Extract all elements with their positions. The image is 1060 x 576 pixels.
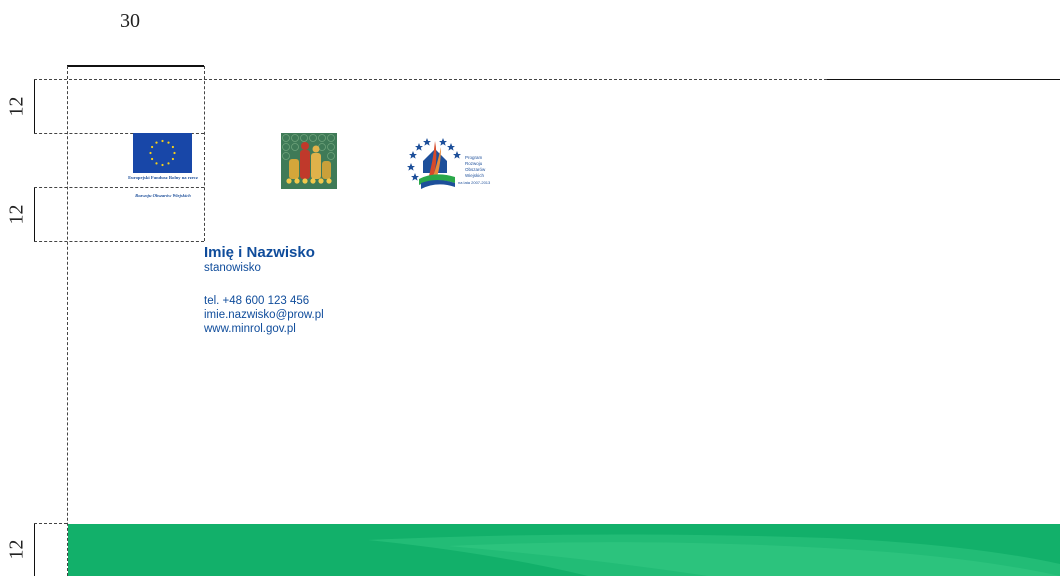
left-dimension-bar-2 [34,187,35,242]
eu-flag-icon [133,133,192,173]
left-dimension-label-1: 12 [5,96,28,117]
person-phone: tel. +48 600 123 456 [204,295,310,307]
left-dimension-bar-3 [34,523,35,576]
person-position: stanowisko [204,262,261,274]
prow-logo-icon [407,138,461,189]
eu-logo-line1: Europejski Fundusz Rolny na rzecz [128,175,198,180]
page-top-edge [827,79,1060,80]
eu-logo-line2: Rozwoju Obszarów Wiejskich [135,193,191,198]
green-footer-band [68,524,1060,576]
left-dimension-label-2: 12 [5,204,28,225]
prow-line5: na lata 2007-2013 [458,180,491,185]
leader-logo-icon [281,133,337,189]
left-dimension-bar-1 [34,80,35,133]
left-dimension-label-3: 12 [5,539,28,560]
guide-v-left [67,66,68,576]
guide-h-bottom [34,523,67,524]
prow-logo: Program Rozwoju Obszarów Wiejskich na la… [405,133,505,189]
top-dimension-label: 30 [120,10,140,32]
person-email: imie.nazwisko@prow.pl [204,309,324,321]
guide-h-top [34,79,827,80]
person-name: Imię i Nazwisko [204,244,315,261]
person-website: www.minrol.gov.pl [204,323,296,335]
eu-logo: Europejski Fundusz Rolny na rzecz Rozwoj… [120,133,206,205]
top-dimension-line [67,65,204,67]
prow-line4: Wiejskich [465,173,485,178]
guide-h-3 [34,241,204,242]
